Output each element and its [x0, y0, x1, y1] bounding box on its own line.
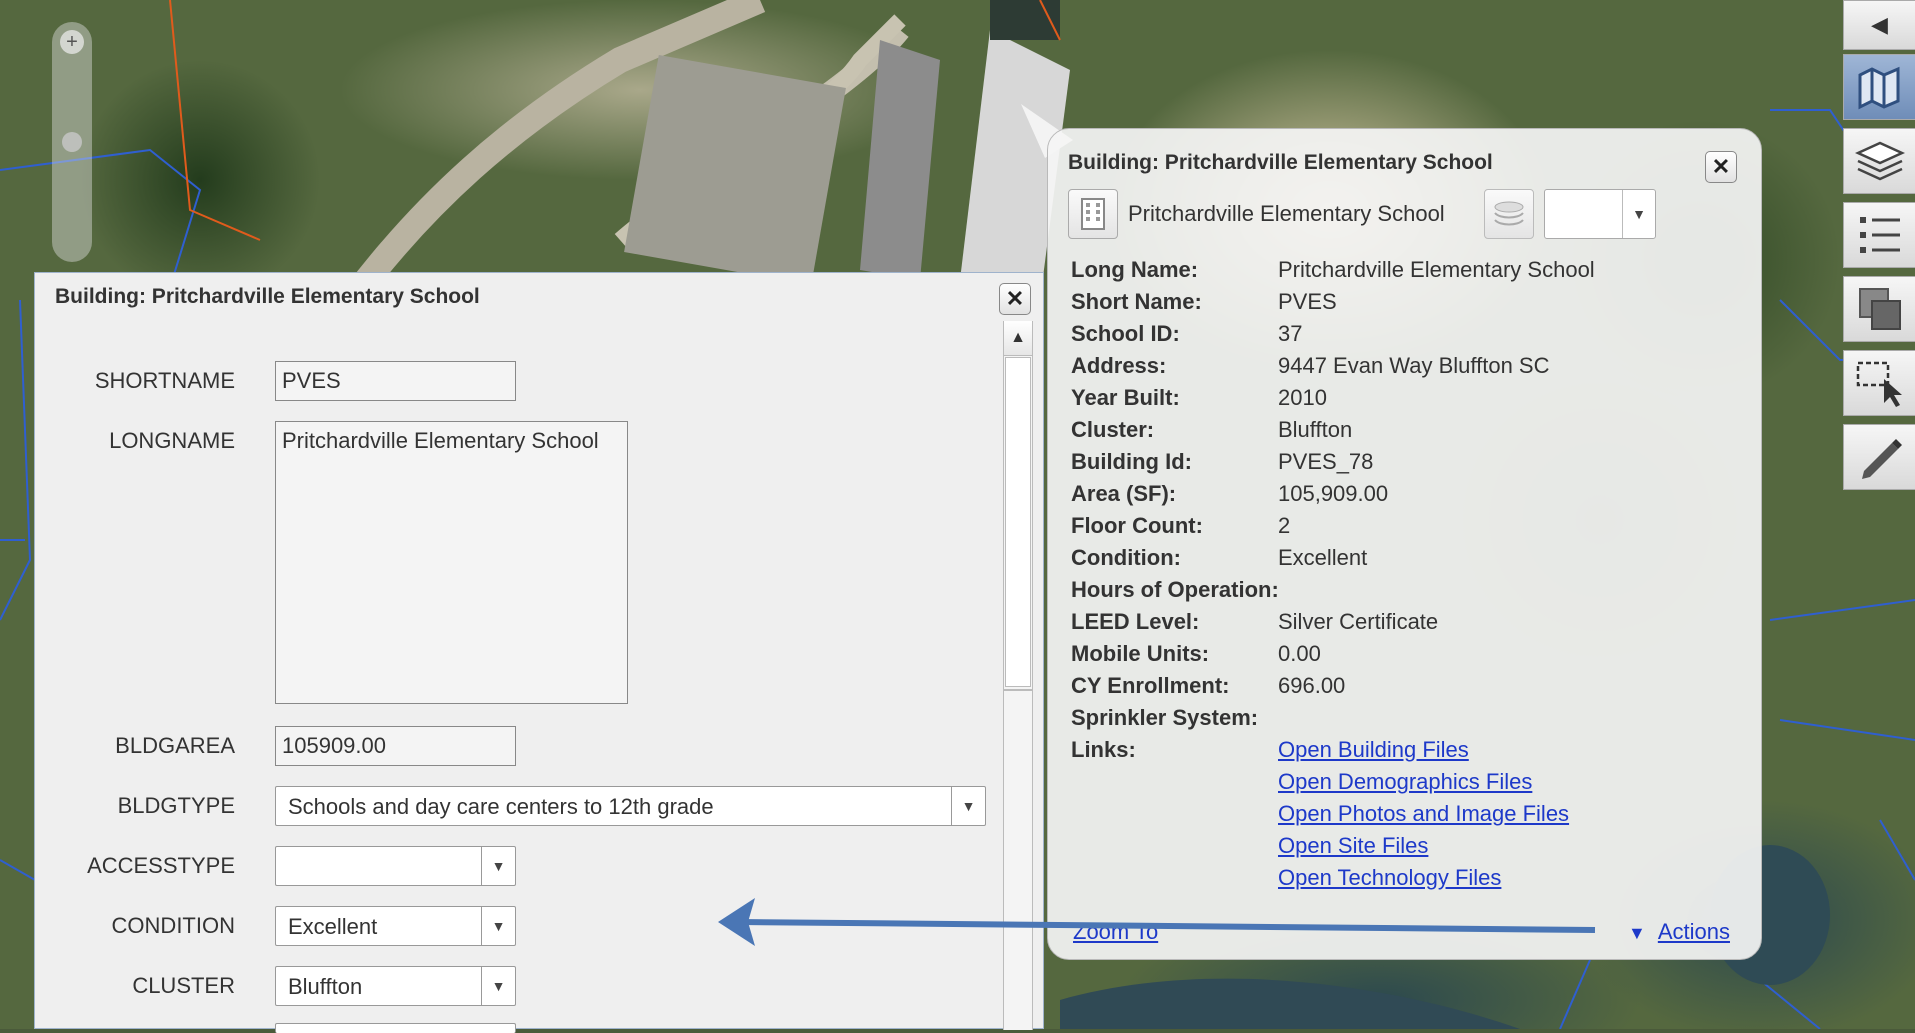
condition-label: CONDITION [111, 913, 235, 938]
overview-icon [1858, 288, 1901, 330]
popup-close-button[interactable]: ✕ [1705, 151, 1737, 183]
toolbar-collapse-button[interactable]: ◀ [1843, 0, 1915, 50]
attribute-label: Cluster: [1071, 417, 1155, 442]
stack-icon [1494, 201, 1524, 226]
attribute-label: Links: [1071, 737, 1136, 762]
attribute-label: CY Enrollment: [1071, 673, 1230, 698]
attribute-label: Mobile Units: [1071, 641, 1210, 666]
longname-label: LONGNAME [109, 428, 235, 453]
zoom-slider-handle[interactable] [62, 132, 82, 152]
map-zoom-slider[interactable]: + [52, 22, 92, 262]
attribute-value: PVES_78 [1278, 449, 1374, 474]
feature-layers-button[interactable] [1484, 189, 1534, 239]
edit-icon [1861, 439, 1902, 479]
select-tool-button[interactable] [1843, 350, 1915, 416]
collapse-arrow-icon: ◀ [1871, 12, 1888, 37]
bldgtype-select[interactable]: Schools and day care centers to 12th gra… [275, 786, 986, 826]
condition-value: Excellent [288, 914, 378, 939]
chevron-down-icon: ▼ [1622, 190, 1655, 238]
feature-name: Pritchardville Elementary School [1128, 201, 1445, 226]
cluster-label: CLUSTER [132, 973, 235, 998]
attribute-value: Excellent [1278, 545, 1368, 570]
zoom-in-button[interactable]: + [60, 30, 84, 54]
file-link[interactable]: Open Photos and Image Files [1278, 801, 1569, 833]
attribute-label: LEED Level: [1071, 609, 1200, 634]
actions-label: Actions [1657, 919, 1730, 944]
edit-tool-button[interactable] [1843, 424, 1915, 490]
file-link[interactable]: Open Site Files [1278, 833, 1569, 865]
attribute-label: Sprinkler System: [1071, 705, 1259, 730]
layers-button[interactable] [1843, 128, 1915, 194]
actions-menu[interactable]: ▼ Actions [1628, 919, 1730, 945]
attribute-value: 0.00 [1278, 641, 1321, 666]
bldgarea-field[interactable] [275, 726, 516, 766]
cluster-select[interactable]: Bluffton ▼ [275, 966, 516, 1006]
shortname-label: SHORTNAME [94, 368, 235, 393]
attribute-value: Pritchardville Elementary School [1278, 257, 1595, 282]
attribute-label: Long Name: [1071, 257, 1199, 282]
next-field-select[interactable] [275, 1023, 516, 1033]
bldgtype-value: Schools and day care centers to 12th gra… [288, 794, 714, 819]
map-toolbar: ◀ [1843, 0, 1915, 530]
attribute-value: PVES [1278, 289, 1337, 314]
feature-select-dropdown[interactable]: ▼ [1544, 189, 1656, 239]
building-icon [1068, 189, 1118, 239]
attribute-label: Year Built: [1071, 385, 1180, 410]
accesstype-label: ACCESSTYPE [87, 853, 235, 878]
condition-select[interactable]: Excellent ▼ [275, 906, 516, 946]
chevron-down-icon: ▼ [481, 907, 515, 945]
select-icon [1856, 361, 1902, 407]
attribute-value: 105,909.00 [1278, 481, 1389, 506]
editor-title: Building: Pritchardville Elementary Scho… [55, 285, 480, 308]
accesstype-select[interactable]: ▼ [275, 846, 516, 886]
triangle-down-icon: ▼ [1628, 923, 1646, 943]
popup-title: Building: Pritchardville Elementary Scho… [1068, 151, 1493, 174]
zoom-to-link[interactable]: Zoom To [1073, 919, 1158, 945]
attribute-value: 37 [1278, 321, 1303, 346]
legend-button[interactable] [1843, 202, 1915, 268]
basemap-icon [1858, 66, 1899, 110]
cluster-value: Bluffton [288, 974, 363, 999]
legend-icon [1859, 217, 1900, 253]
editor-scrollbar[interactable]: ▲ [1003, 321, 1033, 1030]
attribute-label: Floor Count: [1071, 513, 1203, 538]
basemap-button[interactable] [1843, 54, 1915, 120]
attribute-label: Building Id: [1071, 449, 1192, 474]
attribute-value: 2 [1278, 513, 1291, 538]
attribute-value: 2010 [1278, 385, 1327, 410]
attribute-label: Address: [1071, 353, 1167, 378]
attribute-label: Area (SF): [1071, 481, 1177, 506]
layers-icon [1854, 141, 1905, 181]
scroll-up-button[interactable]: ▲ [1004, 321, 1032, 356]
shortname-field[interactable] [275, 361, 516, 401]
file-link[interactable]: Open Demographics Files [1278, 769, 1569, 801]
editor-close-button[interactable]: ✕ [999, 283, 1031, 315]
attribute-label: Hours of Operation: [1071, 577, 1279, 602]
file-link[interactable]: Open Technology Files [1278, 865, 1569, 897]
bldgarea-label: BLDGAREA [115, 733, 235, 758]
chevron-down-icon: ▼ [481, 967, 515, 1005]
scroll-divider [1004, 689, 1032, 691]
attribute-value: Silver Certificate [1278, 609, 1439, 634]
scroll-thumb[interactable] [1005, 357, 1031, 687]
longname-field[interactable]: Pritchardville Elementary School [275, 421, 628, 704]
info-popup: Building: Pritchardville Elementary Scho… [1047, 128, 1762, 960]
links-list: Open Building Files Open Demographics Fil… [1278, 737, 1569, 897]
overview-button[interactable] [1843, 276, 1915, 342]
attribute-value: 9447 Evan Way Bluffton SC [1278, 353, 1550, 378]
chevron-down-icon: ▼ [951, 787, 985, 825]
chevron-down-icon: ▼ [481, 847, 515, 885]
attribute-label: School ID: [1071, 321, 1180, 346]
attribute-label: Short Name: [1071, 289, 1202, 314]
attribute-editor-panel: Building: Pritchardville Elementary Scho… [34, 272, 1044, 1033]
attribute-label: Condition: [1071, 545, 1181, 570]
file-link[interactable]: Open Building Files [1278, 737, 1569, 769]
attribute-value: Bluffton [1278, 417, 1353, 442]
bldgtype-label: BLDGTYPE [117, 793, 235, 818]
attribute-value: 696.00 [1278, 673, 1346, 698]
